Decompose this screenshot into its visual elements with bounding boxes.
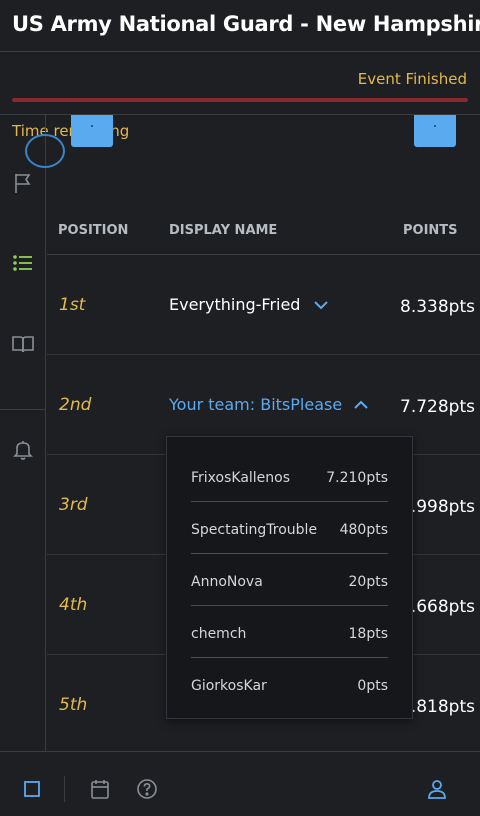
- page-title: US Army National Guard - New Hampshire B: [12, 12, 480, 36]
- team-members-popup: FrixosKallenos 7.210pts SpectatingTroubl…: [166, 436, 413, 719]
- table-row[interactable]: 1st Everything-Fried 8.338pts: [47, 255, 480, 355]
- team-member-row: FrixosKallenos 7.210pts: [191, 450, 388, 502]
- member-name: SpectatingTrouble: [191, 522, 318, 538]
- team-member-row: GiorkosKar 0pts: [191, 658, 388, 710]
- member-points: 480pts: [339, 522, 388, 538]
- row-position: 5th: [59, 695, 88, 715]
- team-member-row: chemch 18pts: [191, 606, 388, 658]
- row-points: 8.338pts: [400, 297, 475, 317]
- member-points: 20pts: [348, 574, 388, 590]
- header-points: POINTS: [403, 223, 458, 238]
- member-name: FrixosKallenos: [191, 470, 291, 486]
- member-name: GiorkosKar: [191, 678, 267, 694]
- header-position: POSITION: [58, 223, 129, 238]
- row-display-name[interactable]: Everything-Fried: [169, 295, 300, 314]
- time-remaining-bar: Time remaining Event Finished: [0, 52, 480, 140]
- member-name: AnnoNova: [191, 574, 263, 590]
- row-position: 2nd: [59, 395, 92, 415]
- list-icon[interactable]: [12, 252, 34, 274]
- row-position: 3rd: [59, 495, 88, 515]
- member-name: chemch: [191, 626, 247, 642]
- scroll-tab-left[interactable]: [71, 115, 113, 147]
- team-member-row: AnnoNova 20pts: [191, 554, 388, 606]
- row-position: 4th: [59, 595, 88, 615]
- member-points: 18pts: [348, 626, 388, 642]
- toolbar-divider: [64, 776, 65, 802]
- row-points: .818pts: [410, 697, 475, 717]
- row-points: .668pts: [410, 597, 475, 617]
- calendar-icon[interactable]: [89, 778, 111, 800]
- team-member-row: SpectatingTrouble 480pts: [191, 502, 388, 554]
- time-progress-fill: [12, 98, 468, 102]
- row-points: .998pts: [410, 497, 475, 517]
- help-icon[interactable]: [136, 778, 158, 800]
- member-points: 7.210pts: [326, 470, 388, 486]
- flag-icon[interactable]: [12, 172, 34, 194]
- user-icon[interactable]: [426, 778, 448, 800]
- bell-icon[interactable]: [12, 439, 34, 461]
- square-icon[interactable]: [21, 778, 43, 800]
- book-icon[interactable]: [12, 333, 34, 355]
- app-header: US Army National Guard - New Hampshire B: [0, 0, 480, 52]
- sidebar: [0, 115, 46, 751]
- row-points: 7.728pts: [400, 397, 475, 417]
- time-progress-bar: [12, 98, 468, 102]
- chevron-up-icon[interactable]: [352, 396, 370, 414]
- row-display-name-own-team[interactable]: Your team: BitsPlease: [169, 395, 342, 414]
- header-display-name: DISPLAY NAME: [169, 223, 278, 238]
- row-position: 1st: [59, 295, 86, 315]
- tour-highlight-circle: [25, 134, 65, 168]
- chevron-down-icon[interactable]: [312, 296, 330, 314]
- event-status: Event Finished: [357, 70, 467, 88]
- scroll-tab-right[interactable]: [414, 115, 456, 147]
- bottom-toolbar: [0, 751, 480, 816]
- member-points: 0pts: [357, 678, 388, 694]
- sidebar-divider: [0, 409, 46, 410]
- table-header: POSITION DISPLAY NAME POINTS: [47, 205, 480, 255]
